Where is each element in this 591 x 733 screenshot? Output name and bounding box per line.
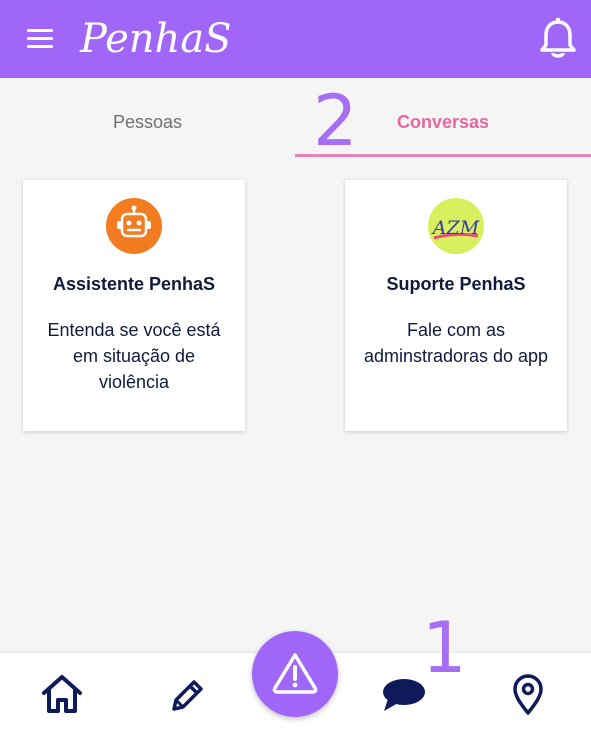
card-title: Assistente PenhaS — [52, 274, 216, 294]
assistant-card[interactable]: Assistente PenhaS Entenda se você está e… — [23, 180, 245, 431]
annotation-1: 1 — [422, 607, 467, 689]
tab-bar: Pessoas Conversas — [0, 78, 591, 158]
app-logo: PenhaS — [80, 16, 232, 62]
card-description: Entenda se você está em situação de viol… — [47, 320, 221, 392]
card-title: Suporte PenhaS — [386, 274, 526, 294]
robot-icon — [106, 198, 162, 254]
home-icon[interactable] — [22, 653, 102, 733]
app-header: PenhaS — [0, 0, 591, 78]
tab-pessoas[interactable]: Pessoas — [0, 78, 295, 158]
annotation-2: 2 — [313, 80, 358, 162]
azm-logo-icon: AZM — [428, 198, 484, 254]
bell-icon[interactable] — [536, 16, 580, 62]
pencil-icon[interactable] — [146, 653, 226, 733]
alert-button[interactable] — [252, 631, 338, 717]
azm-logo-text: AZM — [431, 217, 480, 239]
support-card[interactable]: AZM Suporte PenhaS Fale com as adminstra… — [345, 180, 567, 431]
card-description: Fale com as adminstradoras do app — [363, 320, 549, 366]
location-pin-icon[interactable] — [488, 653, 568, 733]
alert-icon — [272, 653, 318, 694]
hamburger-menu-icon[interactable] — [24, 24, 56, 54]
